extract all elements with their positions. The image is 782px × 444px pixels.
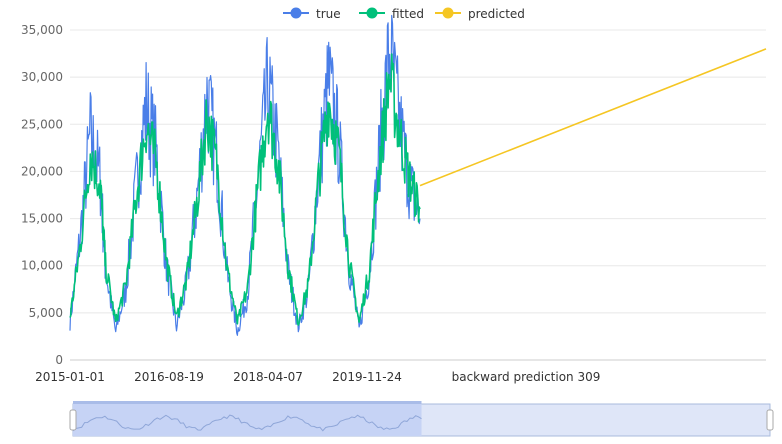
x-axis: 2015-01-01 2016-08-19 2018-04-07 2019-11-24… (35, 370, 600, 384)
x-tick-label: 2019-11-24 (332, 370, 402, 384)
legend-swatch-marker (290, 7, 302, 19)
series-group (69, 14, 767, 336)
y-tick-label: 0 (55, 353, 63, 367)
y-tick-label: 15,000 (21, 212, 63, 226)
legend-item-predicted[interactable]: predicted (435, 7, 525, 21)
legend-item-true[interactable]: true (283, 7, 341, 21)
legend-label: fitted (392, 7, 424, 21)
datazoom-selected-range[interactable] (73, 404, 422, 436)
legend-swatch-marker (442, 7, 454, 19)
y-tick-label: 30,000 (21, 70, 63, 84)
series-line-fitted (69, 53, 421, 326)
y-tick-label: 35,000 (21, 23, 63, 37)
datazoom-handle-left[interactable] (69, 409, 77, 431)
datazoom-slider[interactable] (69, 401, 774, 437)
legend[interactable]: true fitted predicted (283, 7, 525, 21)
datazoom-handle-right[interactable] (766, 409, 774, 431)
datazoom-move-bar[interactable] (73, 401, 422, 404)
y-tick-label: 10,000 (21, 259, 63, 273)
chart: 0 5,000 10,000 15,000 20,000 25,000 30,000 35,0… (21, 7, 774, 437)
legend-swatch-marker (366, 7, 378, 19)
y-tick-label: 5,000 (29, 306, 63, 320)
x-tick-label: 2015-01-01 (35, 370, 105, 384)
legend-item-fitted[interactable]: fitted (359, 7, 424, 21)
series-line-predicted (419, 48, 767, 187)
y-tick-label: 20,000 (21, 164, 63, 178)
x-tick-label: backward prediction 309 (452, 370, 601, 384)
x-tick-label: 2016-08-19 (134, 370, 204, 384)
legend-label: predicted (468, 7, 525, 21)
y-tick-label: 25,000 (21, 117, 63, 131)
x-tick-label: 2018-04-07 (233, 370, 303, 384)
y-axis: 0 5,000 10,000 15,000 20,000 25,000 30,000 35,0… (21, 23, 63, 367)
legend-label: true (316, 7, 341, 21)
